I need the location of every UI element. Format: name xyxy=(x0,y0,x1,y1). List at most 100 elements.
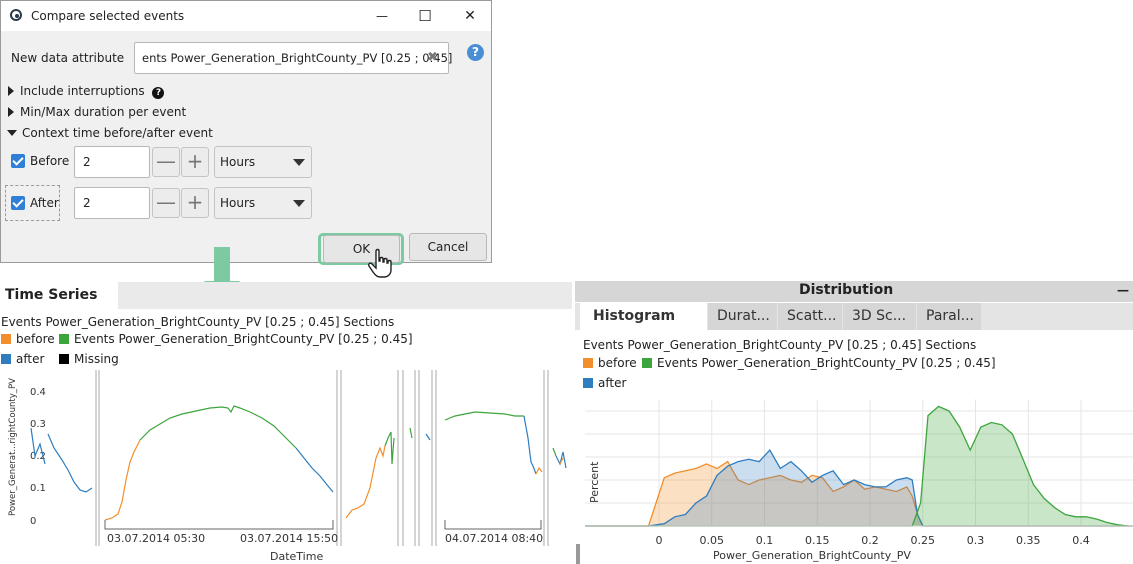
ts-events-line xyxy=(552,447,557,457)
dist-legend-before: before xyxy=(583,356,637,370)
distribution-subtitle: Events Power_Generation_BrightCounty_PV … xyxy=(583,338,977,352)
ts-after-line xyxy=(295,447,334,493)
x-tick-label: 0.25 xyxy=(911,534,936,547)
collapse-arrow-icon xyxy=(7,130,17,136)
x-axis-label: Power_Generation_BrightCounty_PV xyxy=(713,549,911,562)
ts-ytick: 0.3 xyxy=(30,419,46,430)
before-unit-select[interactable]: Hours xyxy=(214,146,312,178)
tab-histogram[interactable]: Histogram xyxy=(580,303,707,330)
after-hours-input[interactable]: 2 xyxy=(74,187,150,219)
ts-after-line xyxy=(425,433,431,441)
before-increment-button[interactable]: + xyxy=(181,147,209,177)
tab-duration[interactable]: Durat... xyxy=(708,303,777,330)
legend-label: Missing xyxy=(74,352,119,366)
legend-label: after xyxy=(598,376,627,390)
ts-missing-separators xyxy=(95,370,549,546)
dialog-title: Compare selected events xyxy=(31,9,185,23)
legend-label: Events Power_Generation_BrightCounty_PV … xyxy=(657,356,996,370)
expand-arrow-icon xyxy=(8,86,14,96)
minmax-duration-label: Min/Max duration per event xyxy=(20,105,187,119)
ts-events-line xyxy=(409,427,413,439)
ts-events-line xyxy=(384,431,395,465)
distribution-title: Distribution xyxy=(799,282,894,298)
y-axis-label: Percent xyxy=(588,461,601,503)
dist-legend-events: Events Power_Generation_BrightCounty_PV … xyxy=(642,356,996,370)
ts-ytick: 0.4 xyxy=(30,387,46,398)
ts-before-line xyxy=(535,466,543,475)
legend-missing: Missing xyxy=(59,352,119,366)
ts-after-line xyxy=(47,433,93,493)
before-unit-value: Hours xyxy=(220,155,256,169)
maximize-button[interactable]: ☐ xyxy=(405,4,445,28)
after-hours-value: 2 xyxy=(83,196,91,210)
after-unit-select[interactable]: Hours xyxy=(214,187,312,219)
ts-after-line xyxy=(523,415,537,475)
ts-ytick: 0.1 xyxy=(30,483,46,494)
before-hours-value: 2 xyxy=(83,155,91,169)
after-decrement-button[interactable]: — xyxy=(152,188,180,218)
context-time-label: Context time before/after event xyxy=(22,126,213,140)
clear-icon[interactable]: ✖ xyxy=(427,50,438,65)
info-icon[interactable]: ? xyxy=(152,87,165,99)
before-hours-input[interactable]: 2 xyxy=(74,146,150,178)
timeseries-subtitle: Events Power_Generation_BrightCounty_PV … xyxy=(1,315,395,329)
include-interruptions-toggle[interactable]: Include interruptions ? xyxy=(8,84,165,99)
new-attr-input[interactable]: ents Power_Generation_BrightCounty_PV [0… xyxy=(134,42,453,74)
legend-swatch xyxy=(583,358,593,368)
legend-label: after xyxy=(16,352,45,366)
ts-before-line xyxy=(345,445,386,519)
after-increment-button[interactable]: + xyxy=(181,188,209,218)
dist-legend-after: after xyxy=(583,376,626,390)
before-label: Before xyxy=(30,154,70,168)
minimize-button[interactable]: — xyxy=(362,4,402,28)
legend-before: before xyxy=(1,332,55,346)
help-icon[interactable]: ? xyxy=(467,44,484,61)
after-unit-value: Hours xyxy=(220,196,256,210)
legend-swatch xyxy=(1,334,11,344)
legend-label: before xyxy=(16,332,55,346)
legend-swatch xyxy=(1,354,11,364)
x-tick-label: 0.15 xyxy=(805,534,830,547)
collapse-button[interactable]: — xyxy=(1117,283,1129,297)
include-interruptions-label: Include interruptions xyxy=(20,84,145,98)
timeseries-chart: Power_Generat...rightCounty_PV 0.4 0.3 0… xyxy=(8,370,567,563)
compare-events-dialog: Compare selected events — ☐ ✕ New data a… xyxy=(0,0,492,265)
ts-ylabel: Power_Generat...rightCounty_PV xyxy=(8,378,18,516)
ts-xtick: 04.07.2014 08:40 xyxy=(445,532,543,545)
after-checkbox[interactable] xyxy=(11,196,25,210)
cancel-button[interactable]: Cancel xyxy=(409,233,487,261)
x-tick-label: 0.3 xyxy=(967,534,985,547)
ts-ytick: 0 xyxy=(30,516,36,527)
legend-swatch xyxy=(59,354,69,364)
ts-after-line xyxy=(555,451,567,469)
before-checkbox[interactable] xyxy=(11,154,25,168)
x-tick-label: 0.1 xyxy=(756,534,774,547)
tab-scatter[interactable]: Scatt... xyxy=(778,303,842,330)
new-attr-value: ents Power_Generation_BrightCounty_PV [0… xyxy=(142,51,453,65)
before-decrement-button[interactable]: — xyxy=(152,147,180,177)
legend-label: before xyxy=(598,356,637,370)
ts-events-line xyxy=(444,411,524,421)
x-tick-label: 0.35 xyxy=(1016,534,1041,547)
ts-xlabel: DateTime xyxy=(270,550,323,563)
x-tick-label: 0.2 xyxy=(861,534,879,547)
close-button[interactable]: ✕ xyxy=(450,4,490,28)
new-attr-label: New data attribute xyxy=(11,51,125,65)
ts-xtick: 03.07.2014 05:30 xyxy=(107,532,205,545)
timeseries-title: Time Series xyxy=(5,287,98,303)
ts-xtick: 03.07.2014 15:50 xyxy=(240,532,338,545)
ts-events-line xyxy=(139,405,297,449)
app-icon xyxy=(10,9,22,21)
legend-swatch xyxy=(59,334,69,344)
ts-before-line xyxy=(104,439,141,521)
x-tick-label: 0.4 xyxy=(1072,534,1090,547)
chevron-down-icon xyxy=(293,200,305,207)
dialog-titlebar: Compare selected events — ☐ ✕ xyxy=(1,1,491,31)
ts-x-axis xyxy=(104,520,542,530)
tab-parallel[interactable]: Paral... xyxy=(917,303,981,330)
legend-after: after xyxy=(1,352,44,366)
legend-swatch xyxy=(583,378,593,388)
tab-3d-scatter[interactable]: 3D Sc... xyxy=(843,303,916,330)
minmax-duration-toggle[interactable]: Min/Max duration per event xyxy=(8,105,186,119)
context-time-toggle[interactable]: Context time before/after event xyxy=(7,126,213,140)
